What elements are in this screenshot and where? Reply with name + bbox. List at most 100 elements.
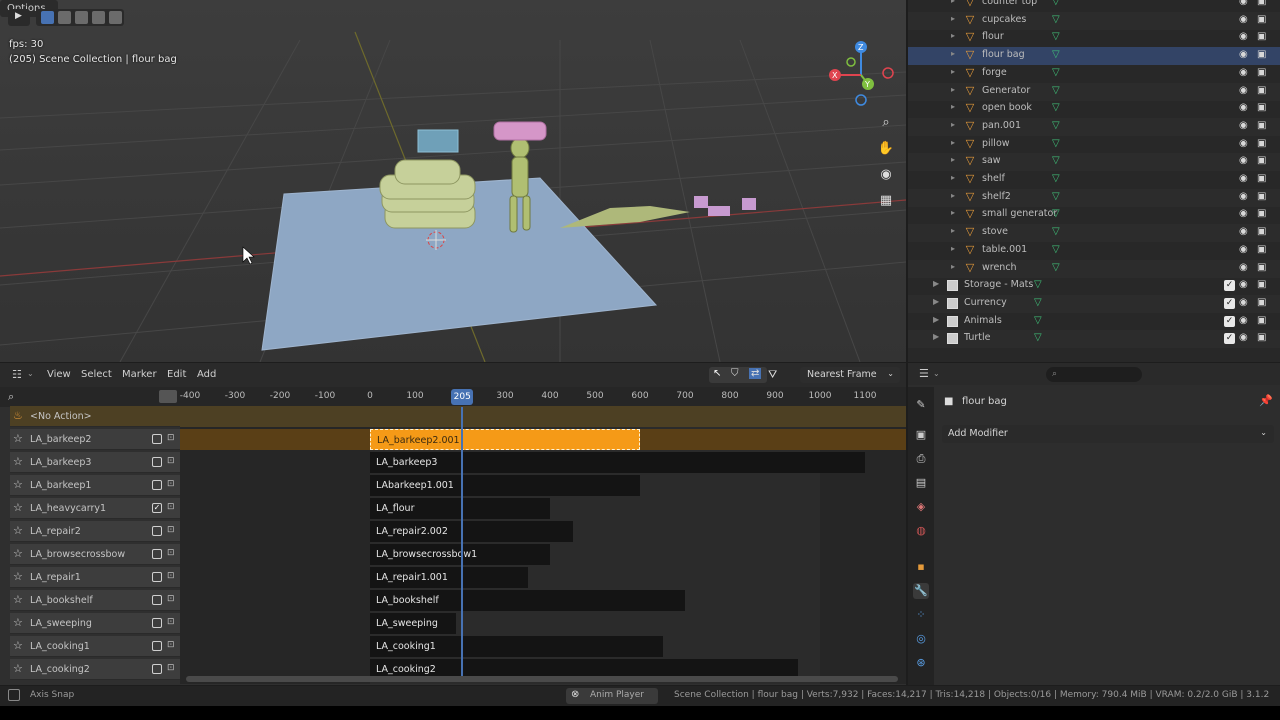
view-layer-tab-icon[interactable]: ▤ [913, 475, 929, 491]
render-camera-icon[interactable]: ▣ [1257, 0, 1266, 7]
expand-arrow-icon[interactable]: ▸ [951, 191, 955, 200]
outliner-row[interactable]: ▸ ▽ shelf ▽ ◉ ▣ [908, 171, 1280, 189]
render-camera-icon[interactable]: ▣ [1257, 262, 1266, 273]
navigation-gizmo[interactable]: Z X Y [828, 40, 898, 110]
star-icon[interactable]: ☆ [13, 547, 23, 560]
outliner-row[interactable]: ▸ ▽ wrench ▽ ◉ ▣ [908, 259, 1280, 278]
action-strip[interactable]: LA_flour [370, 498, 550, 519]
star-icon[interactable]: ☆ [13, 593, 23, 606]
editor-type-icon[interactable]: ☰ [919, 367, 929, 380]
solo-checkbox[interactable] [152, 480, 162, 490]
outliner-row[interactable]: ▸ ▽ stove ▽ ◉ ▣ [908, 224, 1280, 243]
select-intersect-icon[interactable] [109, 11, 122, 24]
lock-icon[interactable]: ⊡ [167, 433, 175, 443]
expand-arrow-icon[interactable]: ▸ [951, 85, 955, 94]
outliner-row[interactable]: ▸ ▽ open book ▽ ◉ ▣ [908, 100, 1280, 118]
render-camera-icon[interactable]: ▣ [1257, 279, 1266, 290]
scene-tab-icon[interactable]: ◈ [913, 499, 929, 515]
exclude-checkbox[interactable]: ✓ [1224, 280, 1235, 292]
render-camera-icon[interactable]: ▣ [1257, 155, 1266, 166]
star-icon[interactable]: ☆ [13, 662, 23, 675]
visibility-eye-icon[interactable]: ◉ [1239, 244, 1248, 255]
object-tab-icon[interactable]: ▪ [913, 559, 929, 575]
star-icon[interactable]: ☆ [13, 570, 23, 583]
expand-arrow-icon[interactable]: ▸ [951, 208, 955, 217]
visibility-eye-icon[interactable]: ◉ [1239, 191, 1248, 202]
expand-arrow-icon[interactable]: ▸ [951, 262, 955, 271]
menu-add[interactable]: Add [197, 369, 216, 380]
lock-icon[interactable]: ⊡ [167, 594, 175, 604]
star-icon[interactable]: ☆ [13, 501, 23, 514]
action-strip[interactable]: LA_cooking1 [370, 636, 663, 657]
solo-checkbox[interactable] [152, 457, 162, 467]
solo-checkbox[interactable] [152, 549, 162, 559]
visibility-eye-icon[interactable]: ◉ [1239, 14, 1248, 25]
pointer-icon[interactable]: ↖ [713, 368, 721, 379]
action-strip[interactable]: LA_repair1.001 [370, 567, 528, 588]
current-frame-indicator[interactable]: 205 [451, 389, 474, 405]
output-tab-icon[interactable]: ⎙ [913, 451, 929, 467]
visibility-eye-icon[interactable]: ◉ [1239, 279, 1248, 290]
horizontal-scrollbar[interactable] [186, 676, 898, 682]
nla-channel-row[interactable]: ☆ LA_repair2 ⊡ [10, 521, 180, 542]
menu-edit[interactable]: Edit [167, 369, 186, 380]
render-camera-icon[interactable]: ▣ [1257, 297, 1266, 308]
outliner-row[interactable]: ▶ Animals ▽ ✓ ◉ ▣ [908, 313, 1280, 331]
visibility-eye-icon[interactable]: ◉ [1239, 262, 1248, 273]
action-strip[interactable]: LA_browsecrossbow1 [370, 544, 550, 565]
render-tab-icon[interactable]: ▣ [913, 427, 929, 443]
menu-marker[interactable]: Marker [122, 369, 157, 380]
expand-arrow-icon[interactable]: ▶ [933, 315, 939, 324]
outliner-row[interactable]: ▶ Storage - Mats ▽ ✓ ◉ ▣ [908, 277, 1280, 295]
star-icon[interactable]: ☆ [13, 524, 23, 537]
expand-arrow-icon[interactable]: ▸ [951, 14, 955, 23]
expand-arrow-icon[interactable]: ▸ [951, 49, 955, 58]
outliner-row[interactable]: ▸ ▽ flour bag ▽ ◉ ▣ [908, 47, 1280, 66]
expand-arrow-icon[interactable]: ▸ [951, 226, 955, 235]
solo-checkbox[interactable] [152, 595, 162, 605]
render-camera-icon[interactable]: ▣ [1257, 315, 1266, 326]
lock-icon[interactable]: ⊡ [167, 617, 175, 627]
outliner-row[interactable]: ▸ ▽ counter top ▽ ◉ ▣ [908, 0, 1280, 12]
outliner-row[interactable]: ▸ ▽ shelf2 ▽ ◉ ▣ [908, 188, 1280, 207]
lock-icon[interactable]: ⊡ [167, 663, 175, 673]
star-icon[interactable]: ☆ [13, 432, 23, 445]
visibility-eye-icon[interactable]: ◉ [1239, 208, 1248, 219]
outliner-row[interactable]: ▶ Turtle ▽ ✓ ◉ ▣ [908, 330, 1280, 349]
visibility-eye-icon[interactable]: ◉ [1239, 120, 1248, 131]
visibility-eye-icon[interactable]: ◉ [1239, 332, 1248, 343]
select-subtract-icon[interactable] [75, 11, 88, 24]
expand-arrow-icon[interactable]: ▸ [951, 102, 955, 111]
nla-channel-row[interactable]: ☆ LA_barkeep3 ⊡ [10, 452, 180, 473]
visibility-eye-icon[interactable]: ◉ [1239, 226, 1248, 237]
outliner[interactable]: ▸ ▽ counter top ▽ ◉ ▣ ▸ ▽ cupcakes ▽ ◉ ▣ ▸ ▽ flour ▽ ◉ ▣ ▸… [908, 0, 1280, 362]
solo-checkbox[interactable] [152, 434, 162, 444]
render-camera-icon[interactable]: ▣ [1257, 120, 1266, 131]
funnel-icon[interactable]: ⛛ [768, 368, 777, 382]
nla-channel-row[interactable]: ☆ LA_bookshelf ⊡ [10, 590, 180, 611]
outliner-row[interactable]: ▸ ▽ table.001 ▽ ◉ ▣ [908, 242, 1280, 260]
visibility-eye-icon[interactable]: ◉ [1239, 173, 1248, 184]
select-new-icon[interactable] [41, 11, 54, 24]
lock-icon[interactable]: ⊡ [167, 571, 175, 581]
world-tab-icon[interactable]: ◍ [913, 523, 929, 539]
action-strip[interactable]: LAbarkeep1.001 [370, 475, 640, 496]
nla-channel-row[interactable]: ☆ LA_repair1 ⊡ [10, 567, 180, 588]
render-camera-icon[interactable]: ▣ [1257, 138, 1266, 149]
tool-tab-icon[interactable]: ✎ [913, 397, 929, 413]
cancel-icon[interactable]: ⊗ [571, 689, 579, 700]
render-camera-icon[interactable]: ▣ [1257, 102, 1266, 113]
outliner-row[interactable]: ▶ Currency ▽ ✓ ◉ ▣ [908, 294, 1280, 313]
exclude-checkbox[interactable]: ✓ [1224, 297, 1235, 309]
menu-view[interactable]: View [47, 369, 71, 380]
expand-arrow-icon[interactable]: ▸ [951, 67, 955, 76]
expand-arrow-icon[interactable]: ▶ [933, 332, 939, 341]
filter-icon[interactable]: ⛉ [731, 368, 739, 379]
visibility-eye-icon[interactable]: ◉ [1239, 67, 1248, 78]
editor-type-icon[interactable]: ☷ [12, 368, 22, 381]
star-icon[interactable]: ☆ [13, 616, 23, 629]
properties-search-input[interactable]: ⌕ [1046, 367, 1142, 382]
expand-arrow-icon[interactable]: ▶ [933, 279, 939, 288]
select-extend-icon[interactable] [58, 11, 71, 24]
exclude-checkbox[interactable]: ✓ [1224, 333, 1235, 345]
